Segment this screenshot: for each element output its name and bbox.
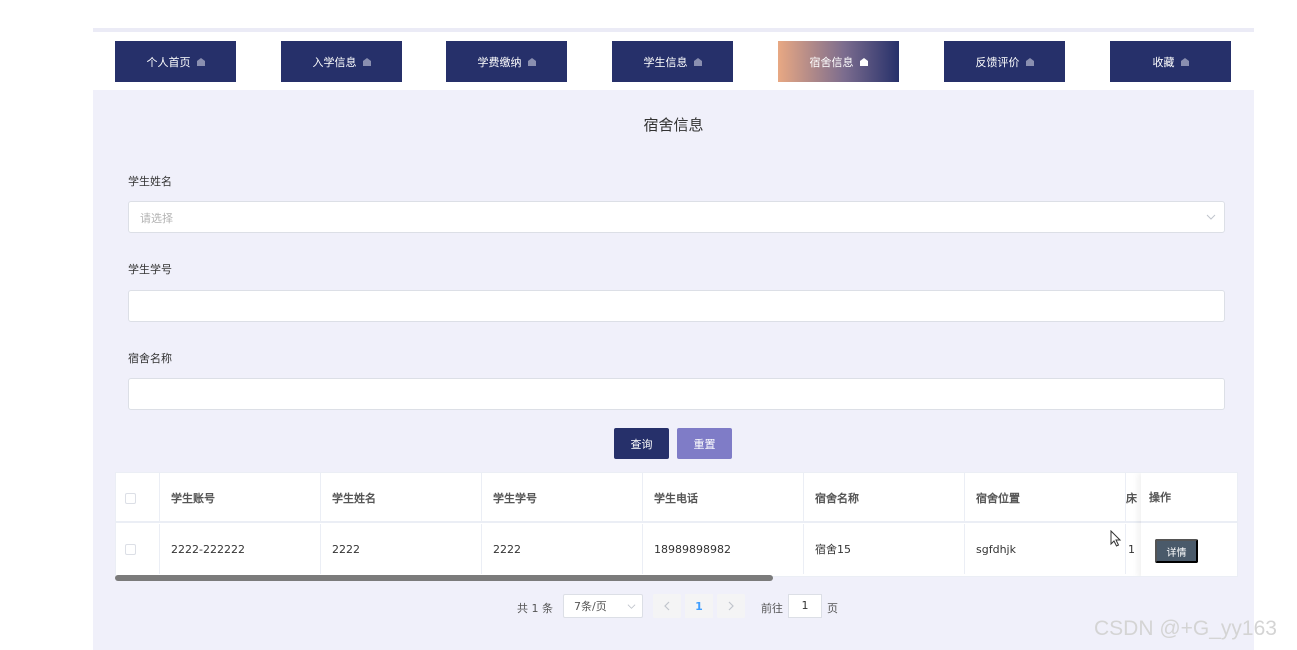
pagination: 共 1 条 7条/页 1 前往 1 页: [93, 594, 1254, 620]
home-icon: [693, 57, 702, 66]
total-count: 共 1 条: [517, 602, 553, 615]
cell-name: 2222: [321, 524, 482, 574]
scrollbar-thumb[interactable]: [115, 575, 773, 581]
home-icon: [1025, 57, 1034, 66]
nav-item-home[interactable]: 个人首页: [115, 41, 236, 82]
cell-student-no: 2222: [482, 524, 643, 574]
chevron-down-icon: [1206, 214, 1216, 220]
select-all-cell: [116, 473, 160, 523]
table-row: 2222-222222 2222 2222 18989898982 宿舍15 s…: [116, 524, 1237, 574]
page-size-select[interactable]: 7条/页: [563, 594, 643, 618]
nav-item-dorm[interactable]: 宿舍信息: [778, 41, 899, 82]
student-name-select[interactable]: 请选择: [128, 201, 1225, 233]
cell-dorm-name: 宿舍15: [804, 524, 965, 574]
select-all-checkbox[interactable]: [125, 492, 136, 504]
prev-page-button[interactable]: [653, 594, 681, 618]
goto-label: 前往: [761, 602, 783, 615]
mouse-cursor-icon: [1110, 530, 1122, 547]
nav-label: 收藏: [1152, 55, 1175, 69]
nav-label: 入学信息: [312, 55, 357, 69]
chevron-left-icon: [664, 601, 670, 611]
page-size-value: 7条/页: [574, 600, 607, 613]
home-icon: [362, 57, 371, 66]
watermark: CSDN @+G_yy163: [1094, 617, 1277, 640]
student-name-label: 学生姓名: [128, 175, 172, 188]
main-panel: 个人首页 入学信息 学费缴纳 学生信息 宿舍信息 反馈评价 收藏 宿舍信息 学生…: [93, 28, 1254, 650]
cell-dorm-location: sgfdhjk: [965, 524, 1126, 574]
next-page-button[interactable]: [717, 594, 745, 618]
nav-item-enrollment[interactable]: 入学信息: [281, 41, 402, 82]
home-icon: [527, 57, 536, 66]
nav-item-favorites[interactable]: 收藏: [1110, 41, 1231, 82]
page-title: 宿舍信息: [643, 116, 704, 134]
ops-column: 操作 详情: [1141, 473, 1237, 576]
nav-label: 反馈评价: [975, 55, 1020, 69]
row-checkbox[interactable]: [125, 543, 136, 555]
dorm-table: 学生账号 学生姓名 学生学号 学生电话 宿舍名称 宿舍位置 床 2222-222…: [115, 472, 1238, 577]
nav-item-student[interactable]: 学生信息: [612, 41, 733, 82]
dorm-name-input[interactable]: [128, 378, 1225, 410]
chevron-right-icon: [728, 601, 734, 611]
page-unit-label: 页: [827, 602, 838, 615]
col-header: 宿舍名称: [804, 473, 965, 523]
col-header: 宿舍位置: [965, 473, 1126, 523]
nav-item-feedback[interactable]: 反馈评价: [944, 41, 1065, 82]
student-name-placeholder: 请选择: [140, 212, 173, 225]
cell-account: 2222-222222: [160, 524, 321, 574]
nav-label: 个人首页: [146, 55, 191, 69]
horizontal-scrollbar[interactable]: [115, 575, 1238, 581]
goto-page-input[interactable]: 1: [788, 594, 822, 618]
table-header: 学生账号 学生姓名 学生学号 学生电话 宿舍名称 宿舍位置 床: [116, 473, 1237, 523]
query-button[interactable]: 查询: [614, 428, 669, 459]
col-header: 学生学号: [482, 473, 643, 523]
cell-phone: 18989898982: [643, 524, 804, 574]
student-no-label: 学生学号: [128, 263, 172, 276]
top-nav: 个人首页 入学信息 学费缴纳 学生信息 宿舍信息 反馈评价 收藏: [93, 28, 1254, 90]
nav-item-tuition[interactable]: 学费缴纳: [446, 41, 567, 82]
col-header-ops: 操作: [1141, 473, 1237, 523]
row-select-cell: [116, 524, 160, 574]
nav-label: 学费缴纳: [477, 55, 522, 69]
col-header: 学生电话: [643, 473, 804, 523]
nav-label: 宿舍信息: [809, 55, 854, 69]
home-icon: [859, 57, 868, 66]
home-icon: [196, 57, 205, 66]
home-icon: [1180, 57, 1189, 66]
chevron-down-icon: [627, 604, 636, 609]
student-no-input[interactable]: [128, 290, 1225, 322]
col-header: 学生姓名: [321, 473, 482, 523]
detail-button[interactable]: 详情: [1155, 539, 1198, 563]
reset-button[interactable]: 重置: [677, 428, 732, 459]
dorm-name-label: 宿舍名称: [128, 352, 172, 365]
nav-label: 学生信息: [643, 55, 688, 69]
page-number-current[interactable]: 1: [685, 594, 713, 618]
col-header: 学生账号: [160, 473, 321, 523]
